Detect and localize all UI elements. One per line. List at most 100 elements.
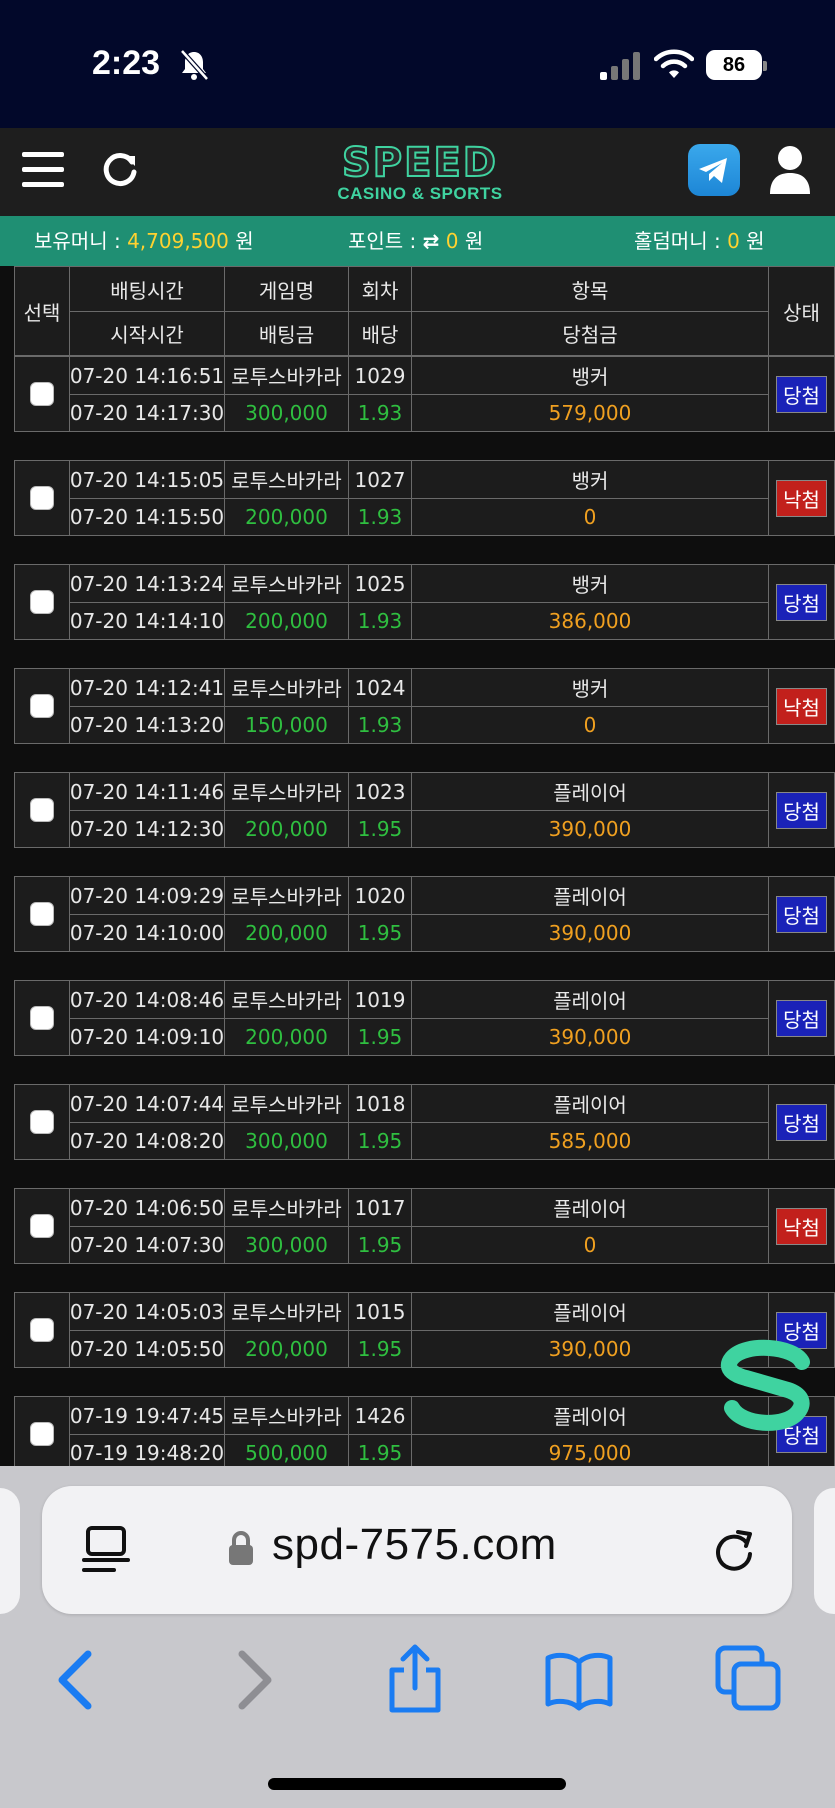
table-row: 07-20 14:15:05 07-20 14:15:50 로투스바카라 200,00… [14, 460, 835, 536]
odds: 1.93 [348, 498, 412, 536]
odds: 1.95 [348, 1122, 412, 1160]
bet-amount: 300,000 [224, 1122, 349, 1160]
row-checkbox[interactable] [30, 902, 54, 926]
swap-icon[interactable]: ⇄ [423, 229, 440, 253]
round-number: 1015 [348, 1292, 412, 1331]
row-checkbox[interactable] [30, 486, 54, 510]
telegram-icon[interactable] [688, 144, 740, 196]
logo-main-text: SPEED [341, 140, 498, 186]
row-checkbox[interactable] [30, 1006, 54, 1030]
header-status: 상태 [768, 266, 835, 356]
win-amount: 585,000 [411, 1122, 769, 1160]
odds: 1.93 [348, 602, 412, 640]
share-icon[interactable] [380, 1644, 450, 1714]
row-select-cell[interactable] [14, 460, 70, 536]
game-name: 로투스바카라 [224, 1396, 349, 1435]
bet-amount: 200,000 [224, 810, 349, 848]
row-checkbox[interactable] [30, 382, 54, 406]
game-name: 로투스바카라 [224, 1292, 349, 1331]
table-row: 07-20 14:06:50 07-20 14:07:30 로투스바카라 300,00… [14, 1188, 835, 1264]
bet-amount: 200,000 [224, 602, 349, 640]
win-amount: 0 [411, 498, 769, 536]
holdem-money: 홀덤머니 : 0 원 [634, 229, 765, 253]
row-checkbox[interactable] [30, 694, 54, 718]
wifi-icon [654, 49, 694, 78]
forward-arrow-icon[interactable] [216, 1644, 286, 1714]
address-bar[interactable]: spd-7575.com [42, 1486, 792, 1614]
win-amount: 390,000 [411, 1018, 769, 1056]
odds: 1.95 [348, 914, 412, 952]
row-checkbox[interactable] [30, 1422, 54, 1446]
bet-item: 플레이어 [411, 980, 769, 1019]
game-name: 로투스바카라 [224, 980, 349, 1019]
previous-tab-peek[interactable] [0, 1488, 20, 1614]
row-checkbox[interactable] [30, 1318, 54, 1342]
row-select-cell[interactable] [14, 668, 70, 744]
row-select-cell[interactable] [14, 980, 70, 1056]
status-cell: 당첨 [768, 564, 835, 640]
win-amount: 975,000 [411, 1434, 769, 1466]
row-select-cell[interactable] [14, 1292, 70, 1368]
home-indicator[interactable] [268, 1778, 566, 1790]
bet-time: 07-20 14:08:46 [69, 980, 225, 1019]
row-select-cell[interactable] [14, 564, 70, 640]
row-checkbox[interactable] [30, 590, 54, 614]
status-cell: 당첨 [768, 356, 835, 432]
row-select-cell[interactable] [14, 1188, 70, 1264]
bookmarks-icon[interactable] [544, 1644, 614, 1714]
back-arrow-icon[interactable] [44, 1644, 114, 1714]
bet-time: 07-20 14:05:03 [69, 1292, 225, 1331]
table-row: 07-20 14:08:46 07-20 14:09:10 로투스바카라 200,00… [14, 980, 835, 1056]
bet-time: 07-20 14:13:24 [69, 564, 225, 603]
bet-item: 플레이어 [411, 1292, 769, 1331]
row-select-cell[interactable] [14, 356, 70, 432]
row-checkbox[interactable] [30, 1110, 54, 1134]
status-cell: 당첨 [768, 1084, 835, 1160]
bet-amount: 150,000 [224, 706, 349, 744]
win-amount: 0 [411, 1226, 769, 1264]
lock-icon [229, 1531, 253, 1565]
menu-icon[interactable] [22, 152, 64, 188]
table-row: 07-20 14:12:41 07-20 14:13:20 로투스바카라 150,00… [14, 668, 835, 744]
reader-icon[interactable] [82, 1524, 130, 1576]
table-row: 07-20 14:05:03 07-20 14:05:50 로투스바카라 200,00… [14, 1292, 835, 1368]
speed-logo[interactable]: SPEED CASINO & SPORTS [320, 140, 520, 204]
status-time: 2:23 [92, 44, 161, 82]
bet-item: 뱅커 [411, 460, 769, 499]
bet-amount: 200,000 [224, 1018, 349, 1056]
bell-muted-icon [180, 49, 209, 81]
bet-amount: 500,000 [224, 1434, 349, 1466]
header-select: 선택 [14, 266, 70, 356]
table-row: 07-20 14:07:44 07-20 14:08:20 로투스바카라 300,00… [14, 1084, 835, 1160]
table-row: 07-20 14:11:46 07-20 14:12:30 로투스바카라 200,00… [14, 772, 835, 848]
row-select-cell[interactable] [14, 1084, 70, 1160]
user-icon[interactable] [766, 144, 814, 196]
status-badge: 당첨 [776, 1103, 827, 1141]
table-row: 07-19 19:47:45 07-19 19:48:20 로투스바카라 500,00… [14, 1396, 835, 1466]
row-select-cell[interactable] [14, 772, 70, 848]
refresh-icon[interactable] [100, 150, 140, 190]
round-number: 1025 [348, 564, 412, 603]
status-badge: 당첨 [776, 583, 827, 621]
row-select-cell[interactable] [14, 876, 70, 952]
bet-time: 07-20 14:12:41 [69, 668, 225, 707]
tabs-icon[interactable] [714, 1644, 784, 1714]
bet-time: 07-19 19:47:45 [69, 1396, 225, 1435]
game-name: 로투스바카라 [224, 876, 349, 915]
floating-speed-logo-icon[interactable] [716, 1332, 820, 1436]
odds: 1.95 [348, 810, 412, 848]
row-checkbox[interactable] [30, 798, 54, 822]
bet-time: 07-20 14:15:05 [69, 460, 225, 499]
bet-item: 플레이어 [411, 876, 769, 915]
reload-icon[interactable] [710, 1524, 758, 1576]
row-checkbox[interactable] [30, 1214, 54, 1238]
status-cell: 당첨 [768, 772, 835, 848]
start-time: 07-20 14:08:20 [69, 1122, 225, 1160]
next-tab-peek[interactable] [814, 1488, 835, 1614]
game-name: 로투스바카라 [224, 1188, 349, 1227]
odds: 1.95 [348, 1018, 412, 1056]
odds: 1.95 [348, 1330, 412, 1368]
bet-amount: 300,000 [224, 394, 349, 432]
row-select-cell[interactable] [14, 1396, 70, 1466]
status-badge: 낙첨 [776, 687, 827, 725]
